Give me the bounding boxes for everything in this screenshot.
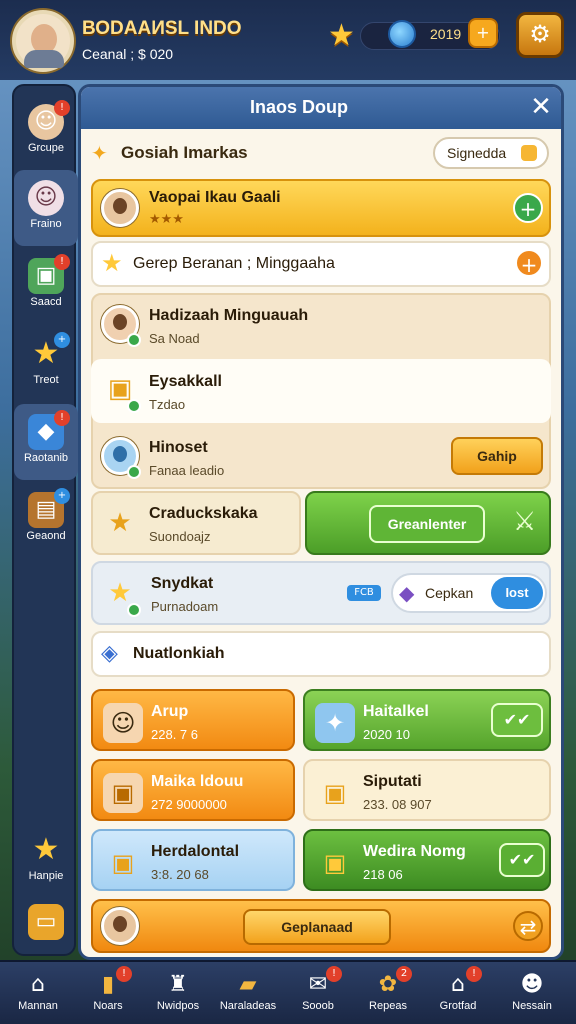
settings-button[interactable]: ⚙ [516,12,564,58]
action-bar: Geplanaad ⇄ [91,899,551,953]
chest-icon: ▣ [111,849,135,877]
section2-header: ◈ Nuatlonkiah [91,631,551,677]
rail-item-1[interactable]: ☺ Fraino [14,170,78,246]
notification-badge: + [54,332,70,348]
gift-icon: ✦ [315,703,355,743]
nav-item-4[interactable]: ✉ Sooob! [286,966,350,1024]
profile-icon: ☻ [520,972,544,997]
panel-title: Inaos Doup [250,97,348,117]
gem-icon [388,20,416,48]
gahip-button[interactable]: Gahip [451,437,543,475]
pin-icon: ✦ [91,141,108,165]
user-icon: ☺ [28,180,64,216]
status-badge [127,399,141,413]
greanlenter-button[interactable]: Greanlenter [369,505,485,543]
player-subtitle: Ceanal ; $ 020 [82,46,174,62]
home-icon: ⌂ [31,972,45,997]
tile-0[interactable]: ☺ Arup 228. 7 6 [91,689,295,751]
avatar [101,189,139,227]
tile-3[interactable]: ▣ Siputati 233. 08 907 [303,759,551,821]
star-icon: ★ [32,832,60,867]
geplanaad-button[interactable]: Geplanaad [243,909,391,945]
player-avatar[interactable] [12,10,74,72]
player-name: ВОDAAИSL INDO [82,18,242,39]
coin-icon[interactable]: + [468,18,498,48]
sword-icon: ⚔ [513,507,537,537]
avatar: ☺ [103,703,143,743]
rail-item-3[interactable]: ★ Treot + [14,326,78,402]
nav-item-0[interactable]: ⌂ Mannan [6,966,70,1024]
notification-badge: + [54,488,70,504]
nav-item-2[interactable]: ♜ Nwidpos [146,966,210,1024]
member-row[interactable]: Hinoset Fanaa leadio Gahip [91,425,551,489]
side-rail: ☺ Grcupe ! ☺ Fraino ▣ Saacd ! ★ Treot + … [12,84,78,956]
rail-item-6[interactable]: ★ Hanpie [14,822,78,898]
star-icon: ★ [101,249,123,277]
iost-button[interactable]: Iost [491,577,543,609]
tile-2[interactable]: ▣ Maika ldouu 272 9000000 [91,759,295,821]
coin-icon [521,145,537,161]
nav-item-6[interactable]: ⌂ Grotfad! [426,966,490,1024]
rail-item-7[interactable]: ▭ [14,894,78,950]
snydkat-row[interactable]: ★ Snydkat Purnadoam FCB ◆ Cepkan Iost [91,561,551,625]
rail-item-2[interactable]: ▣ Saacd ! [14,248,78,324]
card-left[interactable]: ★ Craduckskaka Suondoajz [91,491,301,555]
chest-icon: ▣ [323,849,347,877]
resource-value: 2019 [430,26,462,42]
tile-5[interactable]: ▣ Wedira Nomg 218 06 ✔✔ [303,829,551,891]
status-badge [127,333,141,347]
map-icon: ▰ [239,972,257,997]
tag-badge: FCB [347,585,381,601]
cube-icon: ◈ [101,641,118,666]
nav-item-5[interactable]: ✿ Repeas 2 [356,966,420,1024]
notification-badge: ! [54,410,70,426]
check-button[interactable]: ✔✔ [491,703,543,737]
nav-item-7[interactable]: ☻ Nessain [500,966,564,1024]
gem-icon: ◆ [399,581,415,605]
star-rating: ★★★ [149,211,184,226]
rail-item-5[interactable]: ▤ Geaond + [14,482,78,558]
helmet-icon: ♜ [168,972,188,997]
nav-item-1[interactable]: ▮ Noars! [76,966,140,1024]
member-row[interactable]: Hadizaah Minguauah Sa Noad [91,293,551,357]
nav-item-3[interactable]: ▰ Naraladeas [216,966,280,1024]
bottom-nav: ⌂ Mannan ▮ Noars! ♜ Nwidpos ▰ Naraladeas ✉ So… [0,960,576,1024]
add-button[interactable]: + [513,193,543,223]
section-title: Gosiah Imarkas [121,143,248,162]
notification-badge: ! [54,100,70,116]
chest-icon: ▣ [103,773,143,813]
check-button[interactable]: ✔✔ [499,843,545,877]
status-badge [127,603,141,617]
close-icon[interactable]: ✕ [525,91,557,123]
group-panel: Inaos Doup ✕ ✦ Gosiah Imarkas Signedda V… [78,84,564,960]
star-icon: ★ [108,508,132,538]
featured-row[interactable]: Vaopai Ikau Gaali ★★★ + [91,179,551,237]
status-badge [127,465,141,479]
tile-4[interactable]: ▣ Herdalontal 3:8. 20 68 [91,829,295,891]
rail-item-4[interactable]: ◆ Raotanib ! [14,404,78,480]
swap-button[interactable]: ⇄ [513,911,543,941]
notification-badge: ! [54,254,70,270]
chest-icon: ▣ [323,779,347,807]
cepkan-field[interactable]: ◆ Cepkan Iost [391,573,547,613]
banner-row[interactable]: ★ Gerep Beranan ; Minggaaha + [91,241,551,287]
filter-chip[interactable]: Signedda [433,137,549,169]
card-right[interactable]: Greanlenter ⚔ [305,491,551,555]
card-icon: ▭ [28,904,64,940]
panel-header: Inaos Doup ✕ [81,87,561,129]
tile-1[interactable]: ✦ Haitalkel 2020 10 ✔✔ [303,689,551,751]
avatar [101,907,139,945]
rail-item-0[interactable]: ☺ Grcupe ! [14,94,78,170]
star-icon: ★ [328,18,355,53]
add-button[interactable]: + [515,249,543,277]
member-row[interactable]: ▣ Eysakkall Tzdao [91,359,551,423]
